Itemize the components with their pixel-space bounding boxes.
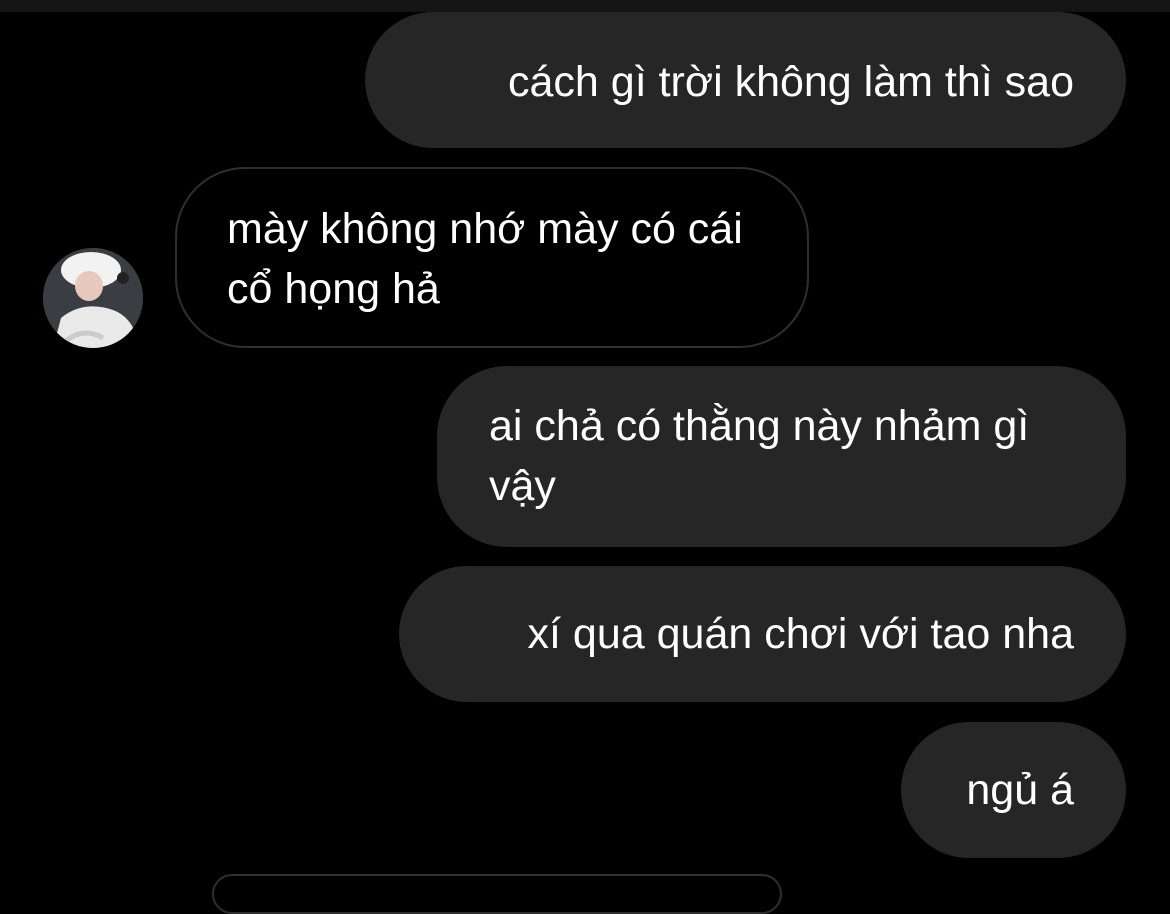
message-text: ngủ á — [966, 766, 1074, 814]
avatar-photo-icon — [43, 248, 143, 348]
message-text: cách gì trời không làm thì sao — [508, 58, 1074, 106]
sent-message-bubble[interactable]: cách gì trời không làm thì sao — [365, 12, 1126, 148]
message-text: ai chả có thằng này nhảm gì vậy — [489, 402, 1030, 510]
sent-message-bubble[interactable]: xí qua quán chơi với tao nha — [399, 566, 1126, 702]
sent-message-bubble[interactable]: ai chả có thằng này nhảm gì vậy — [437, 366, 1126, 547]
top-bar-edge — [0, 0, 1170, 12]
received-message-bubble[interactable]: mày không nhớ mày có cái cổ họng hả — [175, 167, 809, 348]
contact-avatar[interactable] — [43, 248, 143, 348]
received-message-bubble-partial[interactable] — [212, 874, 782, 914]
sent-message-bubble[interactable]: ngủ á — [901, 722, 1126, 858]
message-text: xí qua quán chơi với tao nha — [527, 610, 1074, 658]
message-text: mày không nhớ mày có cái cổ họng hả — [227, 205, 743, 313]
